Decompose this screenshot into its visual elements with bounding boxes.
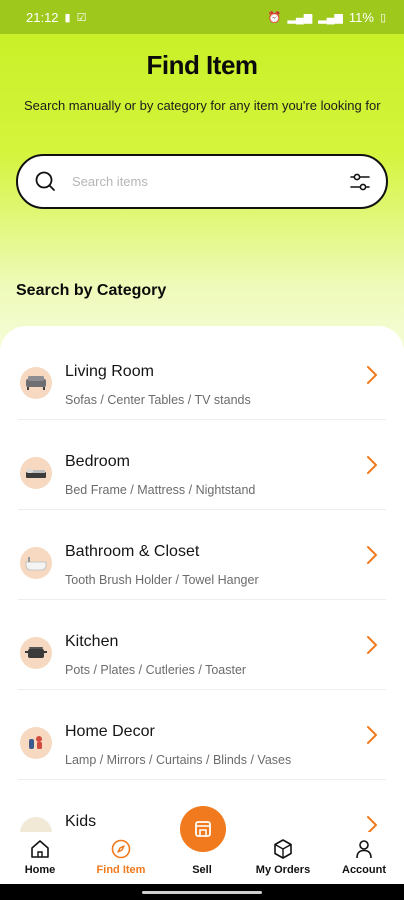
home-gesture-handle[interactable] <box>142 891 262 894</box>
category-subtitle: Bed Frame / Mattress / Nightstand <box>65 483 256 497</box>
category-item-living-room[interactable]: Living Room Sofas / Center Tables / TV s… <box>18 330 386 420</box>
system-navigation-bar <box>0 884 404 900</box>
category-subtitle: Lamp / Mirrors / Curtains / Blinds / Vas… <box>65 753 292 767</box>
category-item-kitchen[interactable]: Kitchen Pots / Plates / Cutleries / Toas… <box>18 600 386 690</box>
storefront-icon <box>195 821 211 837</box>
chevron-right-icon <box>366 455 378 480</box>
filter-icon[interactable] <box>348 170 372 194</box>
home-icon <box>31 840 49 858</box>
box-icon <box>274 839 292 859</box>
chevron-right-icon <box>366 365 378 390</box>
category-item-bedroom[interactable]: Bedroom Bed Frame / Mattress / Nightstan… <box>18 420 386 510</box>
page-title: Find Item <box>146 50 258 80</box>
status-time: 21:12 <box>26 9 59 25</box>
bathtub-icon <box>20 547 52 579</box>
nav-my-orders[interactable]: My Orders <box>243 838 323 876</box>
sofa-icon <box>20 367 52 399</box>
category-name: Living Room <box>65 363 154 380</box>
nav-sell-label: Sell <box>192 864 212 876</box>
category-name: Bathroom & Closet <box>65 543 200 560</box>
notification-icon: ▮ <box>64 11 71 24</box>
category-name: Kitchen <box>65 633 119 650</box>
sell-button[interactable] <box>180 806 226 852</box>
chevron-right-icon <box>366 545 378 570</box>
nav-find-item[interactable]: Find Item <box>81 838 161 876</box>
category-subtitle: Tooth Brush Holder / Towel Hanger <box>65 573 259 587</box>
pot-icon <box>20 637 52 669</box>
category-name: Bedroom <box>65 453 130 470</box>
nav-account[interactable]: Account <box>324 838 404 876</box>
battery-icon: ▯ <box>379 11 386 24</box>
search-icon <box>34 170 58 194</box>
alarm-icon: ⏰ <box>267 11 282 24</box>
category-panel: Living Room Sofas / Center Tables / TV s… <box>0 326 404 846</box>
category-item-home-decor[interactable]: Home Decor Lamp / Mirrors / Curtains / B… <box>18 690 386 780</box>
status-bar: 21:12 ▮ ☑ ⏰ ▂▄▆ ▂▄▆ 11% ▯ <box>0 0 404 34</box>
category-item-bathroom-closet[interactable]: Bathroom & Closet Tooth Brush Holder / T… <box>18 510 386 600</box>
bed-icon <box>20 457 52 489</box>
nav-home[interactable]: Home <box>0 838 80 876</box>
nav-account-label: Account <box>342 864 386 876</box>
category-name: Home Decor <box>65 723 155 740</box>
section-title: Search by Category <box>16 282 167 299</box>
search-input[interactable] <box>72 174 348 189</box>
checkbox-notification-icon: ☑ <box>76 11 87 24</box>
chevron-right-icon <box>366 635 378 660</box>
category-name: Kids <box>65 813 97 830</box>
nav-home-label: Home <box>24 864 56 876</box>
nav-find-item-label: Find Item <box>96 864 146 876</box>
battery-level: 11% <box>348 9 374 25</box>
user-icon <box>356 840 372 859</box>
compass-icon <box>111 839 131 859</box>
vase-icon <box>20 727 52 759</box>
signal-icon: ▂▄▆ <box>287 11 313 24</box>
chevron-right-icon <box>366 725 378 750</box>
signal-2-icon: ▂▄▆ <box>318 11 343 24</box>
category-subtitle: Sofas / Center Tables / TV stands <box>65 393 251 407</box>
nav-my-orders-label: My Orders <box>255 864 311 876</box>
page-subtitle: Search manually or by category for any i… <box>24 98 381 113</box>
search-bar[interactable] <box>16 154 388 209</box>
category-subtitle: Pots / Plates / Cutleries / Toaster <box>65 663 247 677</box>
